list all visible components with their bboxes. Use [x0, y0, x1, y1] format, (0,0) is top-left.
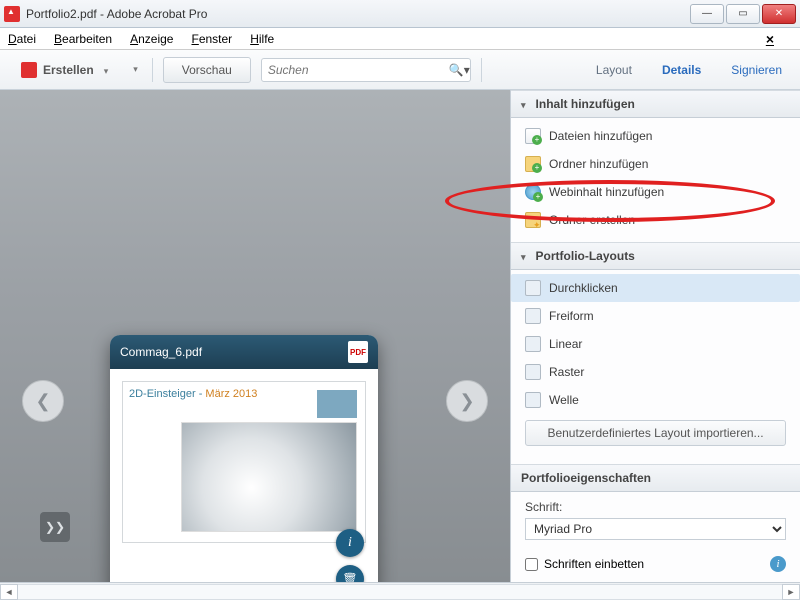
doc-heading: 2D-Einsteiger - — [129, 388, 205, 400]
next-button[interactable]: ❯ — [446, 380, 488, 422]
create-button[interactable]: Erstellen — [10, 57, 119, 83]
expand-button[interactable]: ❯❯ — [40, 512, 70, 542]
layout-wave[interactable]: Welle — [511, 386, 800, 414]
add-folder-item[interactable]: Ordner hinzufügen — [511, 150, 800, 178]
layout-icon — [525, 364, 541, 380]
maximize-button[interactable]: ▭ — [726, 4, 760, 24]
globe-add-icon — [525, 184, 541, 200]
menu-edit[interactable]: Bearbeiten — [54, 32, 112, 46]
add-files-item[interactable]: Dateien hinzufügen — [511, 122, 800, 150]
info-button[interactable]: i — [336, 529, 364, 557]
app-icon — [4, 6, 20, 22]
card-header: Commag_6.pdf PDF — [110, 335, 378, 369]
window-title: Portfolio2.pdf - Adobe Acrobat Pro — [26, 7, 690, 21]
toolbar: Erstellen ▾ Vorschau 🔍▾ Layout Details S… — [0, 50, 800, 90]
new-folder-item[interactable]: Ordner erstellen — [511, 206, 800, 234]
font-label: Schrift: — [525, 500, 786, 514]
tab-details[interactable]: Details — [654, 57, 709, 83]
tab-layout[interactable]: Layout — [588, 57, 640, 83]
scroll-left-button[interactable]: ◄ — [0, 584, 18, 600]
layout-linear[interactable]: Linear — [511, 330, 800, 358]
embed-fonts-checkbox[interactable] — [525, 558, 538, 571]
minimize-button[interactable]: — — [690, 4, 724, 24]
add-webcontent-item[interactable]: Webinhalt hinzufügen — [511, 178, 800, 206]
window-titlebar: Portfolio2.pdf - Adobe Acrobat Pro — ▭ ✕ — [0, 0, 800, 28]
search-field[interactable]: 🔍▾ — [261, 58, 471, 82]
portfolio-canvas: ❮ ❯ ❯❯ Commag_6.pdf PDF 2D-Einsteiger - … — [0, 90, 510, 582]
card-filename: Commag_6.pdf — [120, 345, 348, 359]
thumb-mainimage — [181, 422, 357, 532]
horizontal-scrollbar[interactable]: ◄ ► — [0, 582, 800, 600]
section-props-header[interactable]: Portfolioeigenschaften — [511, 464, 800, 492]
file-add-icon — [525, 128, 541, 144]
close-button[interactable]: ✕ — [762, 4, 796, 24]
scroll-right-button[interactable]: ► — [782, 584, 800, 600]
layout-grid[interactable]: Raster — [511, 358, 800, 386]
scroll-track[interactable] — [18, 584, 782, 600]
side-panel: Inhalt hinzufügen Dateien hinzufügen Ord… — [510, 90, 800, 582]
tab-sign[interactable]: Signieren — [723, 57, 790, 83]
layout-freeform[interactable]: Freiform — [511, 302, 800, 330]
delete-button[interactable]: 🗑 — [336, 565, 364, 582]
create-icon — [21, 62, 37, 78]
file-card[interactable]: Commag_6.pdf PDF 2D-Einsteiger - März 20… — [110, 335, 378, 582]
doc-close-button[interactable]: × — [766, 31, 774, 47]
document-thumbnail: 2D-Einsteiger - März 2013 — [122, 381, 366, 543]
thumb-sideimage — [317, 390, 357, 418]
info-icon[interactable]: i — [770, 556, 786, 572]
menu-window[interactable]: Fenster — [191, 32, 232, 46]
layout-icon — [525, 336, 541, 352]
preview-button[interactable]: Vorschau — [163, 57, 251, 83]
separator — [152, 58, 153, 82]
binoculars-icon[interactable]: 🔍▾ — [449, 63, 470, 77]
create-label: Erstellen — [43, 63, 94, 77]
chevron-down-icon — [100, 63, 109, 77]
layout-icon — [525, 392, 541, 408]
menubar: Datei Bearbeiten Anzeige Fenster Hilfe × — [0, 28, 800, 50]
doc-heading-date: März 2013 — [205, 388, 257, 400]
menu-help[interactable]: Hilfe — [250, 32, 274, 46]
section-layouts-header[interactable]: Portfolio-Layouts — [511, 242, 800, 270]
search-input[interactable] — [261, 58, 471, 82]
layout-clickthrough[interactable]: Durchklicken — [511, 274, 800, 302]
folder-new-icon — [525, 212, 541, 228]
font-select[interactable]: Myriad Pro — [525, 518, 786, 540]
toolbar-overflow[interactable]: ▾ — [129, 60, 142, 79]
menu-file[interactable]: Datei — [8, 32, 36, 46]
import-layout-button[interactable]: Benutzerdefiniertes Layout importieren..… — [525, 420, 786, 446]
layout-icon — [525, 280, 541, 296]
embed-fonts-label: Schriften einbetten — [544, 557, 644, 571]
menu-view[interactable]: Anzeige — [130, 32, 173, 46]
prev-button[interactable]: ❮ — [22, 380, 64, 422]
folder-add-icon — [525, 156, 541, 172]
pdf-icon: PDF — [348, 341, 368, 363]
layout-icon — [525, 308, 541, 324]
separator — [481, 58, 482, 82]
section-content-header[interactable]: Inhalt hinzufügen — [511, 90, 800, 118]
